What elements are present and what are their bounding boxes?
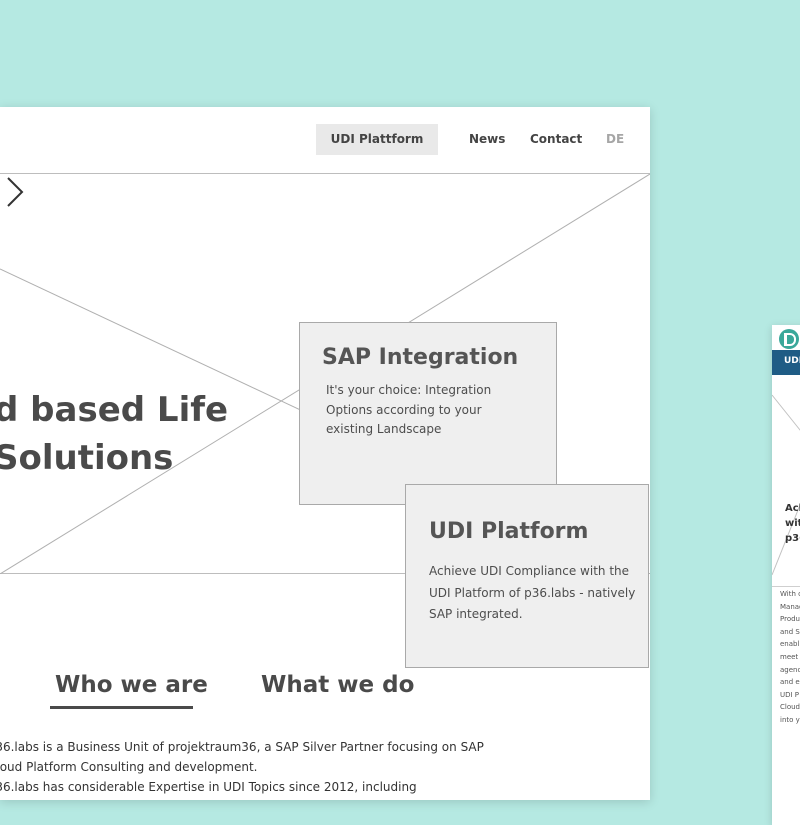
- udi-platform-card[interactable]: UDI Platform Achieve UDI Compliance with…: [405, 484, 649, 668]
- logo-icon: [779, 329, 799, 349]
- language-switch[interactable]: DE: [606, 124, 624, 155]
- about-text: o36.labs is a Business Unit of projektra…: [0, 737, 488, 797]
- top-navigation: UDI Plattform News Contact DE: [0, 107, 650, 174]
- tab-what-we-do[interactable]: What we do: [261, 672, 414, 698]
- mobile-body-text: With c Manag Produ and S enabl meet agen…: [780, 590, 800, 724]
- sap-integration-text: It's your choice: Integration Options ac…: [326, 383, 492, 436]
- nav-contact[interactable]: Contact: [530, 124, 582, 155]
- hero-section: d based Life Solutions SAP Integration I…: [0, 174, 650, 668]
- about-line: o36.labs is a Business Unit of projektra…: [0, 740, 484, 754]
- mobile-nav-label: UDI: [784, 356, 800, 366]
- tab-who-we-are[interactable]: Who we are: [55, 672, 208, 698]
- about-line: o36.labs has considerable Expertise in U…: [0, 780, 417, 794]
- mobile-nav-bar[interactable]: UDI: [772, 350, 800, 375]
- udi-platform-title: UDI Platform: [429, 519, 589, 544]
- active-tab-underline: [50, 706, 193, 709]
- udi-platform-text: Achieve UDI Compliance with the UDI Plat…: [429, 564, 636, 621]
- about-line: Cloud Platform Consulting and developmen…: [0, 760, 258, 774]
- hero-title: d based Life Solutions: [0, 390, 229, 478]
- nav-news[interactable]: News: [469, 124, 505, 155]
- section-tabs: Who we are What we do: [0, 667, 650, 709]
- sap-integration-card[interactable]: SAP Integration It's your choice: Integr…: [299, 322, 557, 505]
- chevron-right-icon[interactable]: [0, 174, 26, 210]
- mobile-hero-placeholder: [772, 394, 800, 576]
- mobile-hero: Ach wit p36: [772, 375, 800, 587]
- mobile-hero-title: Ach wit p36: [785, 503, 800, 544]
- nav-udi-platform[interactable]: UDI Plattform: [316, 124, 438, 155]
- desktop-wireframe: UDI Plattform News Contact DE d based Li…: [0, 107, 650, 800]
- mobile-wireframe: UDI Ach wit p36 With c Manag Produ and S…: [772, 325, 800, 825]
- sap-integration-title: SAP Integration: [322, 345, 519, 370]
